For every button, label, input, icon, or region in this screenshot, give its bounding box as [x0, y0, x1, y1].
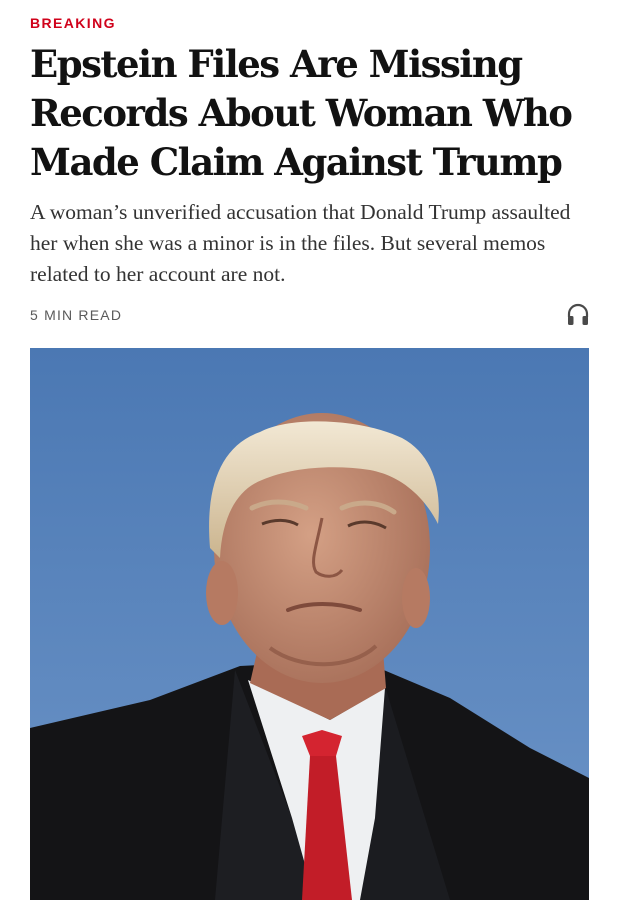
article-summary: A woman’s unverified accusation that Don…: [30, 200, 571, 286]
read-time: 5 MIN READ: [30, 307, 123, 323]
hero-image[interactable]: [30, 348, 589, 900]
headphones-icon: [566, 302, 590, 328]
article-card[interactable]: BREAKING Epstein Files Are Missing Recor…: [0, 0, 619, 900]
headline[interactable]: Epstein Files Are Missing Records About …: [30, 40, 605, 187]
listen-button[interactable]: [566, 302, 590, 328]
article-meta: 5 MIN READ: [30, 300, 590, 330]
breaking-label: BREAKING: [30, 15, 116, 31]
